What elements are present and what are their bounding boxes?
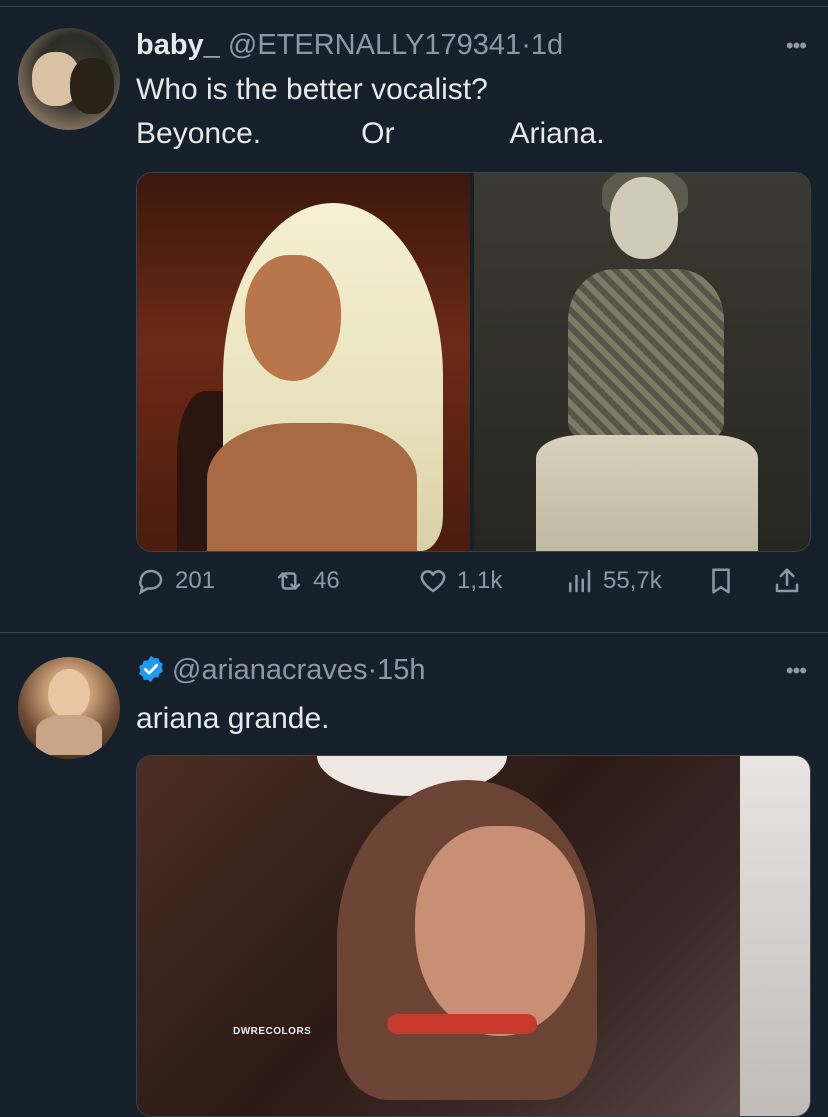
- photo-ariana-color[interactable]: DWRECOLORS: [137, 756, 810, 1116]
- views-button[interactable]: 55,7k: [564, 566, 662, 596]
- like-button[interactable]: 1,1k: [418, 566, 502, 596]
- tweet-text: Who is the better vocalist? Beyonce. Or …: [136, 68, 788, 156]
- photo-beyonce[interactable]: [137, 173, 470, 551]
- tweet-media-grid[interactable]: [136, 172, 811, 552]
- bar-chart-icon: [569, 569, 591, 593]
- photo-face: [415, 826, 585, 1036]
- handle[interactable]: @arianacraves: [172, 654, 367, 686]
- tweet-text-line: ariana grande.: [136, 702, 330, 735]
- photo-body: [568, 269, 724, 439]
- photo-ariana-bw[interactable]: [474, 173, 810, 551]
- tweet-text-line: Who is the better vocalist?: [136, 73, 488, 106]
- tweet-header: @arianacraves·15h: [136, 652, 738, 688]
- verified-badge-icon: [139, 655, 163, 683]
- bookmark-button[interactable]: [706, 566, 736, 596]
- retweet-button[interactable]: 46: [274, 566, 340, 596]
- views-count: 55,7k: [603, 567, 662, 594]
- display-name[interactable]: baby_: [136, 29, 220, 61]
- retweet-arrows-icon: [277, 572, 301, 590]
- tweet-card[interactable]: @arianacraves·15h ••• ariana grande. DWR…: [0, 633, 828, 1117]
- handle[interactable]: @ETERNALLY179341: [228, 29, 521, 61]
- photo-body: [207, 423, 417, 551]
- separator: ·: [521, 29, 531, 61]
- retweet-count: 46: [313, 567, 340, 594]
- photo-face: [245, 255, 341, 381]
- more-options-button[interactable]: •••: [786, 35, 807, 57]
- heart-icon: [420, 570, 446, 593]
- timestamp[interactable]: 1d: [531, 29, 563, 61]
- share-button[interactable]: [772, 566, 802, 596]
- like-count: 1,1k: [457, 567, 503, 594]
- avatar[interactable]: [18, 28, 120, 130]
- photo-face: [610, 177, 678, 259]
- bookmark-icon: [712, 568, 730, 594]
- timestamp[interactable]: 15h: [377, 654, 425, 686]
- speech-bubble-icon: [139, 569, 163, 595]
- separator: ·: [367, 654, 378, 686]
- more-options-button[interactable]: •••: [786, 660, 807, 682]
- tweet-text-line: Beyonce. Or Ariana.: [136, 117, 605, 150]
- tweet-header: baby_ @ETERNALLY179341·1d: [136, 27, 738, 63]
- avatar[interactable]: [18, 657, 120, 759]
- photo-choker: [387, 1014, 537, 1034]
- tweet-card[interactable]: baby_ @ETERNALLY179341·1d ••• Who is the…: [0, 0, 828, 633]
- tweet-text: ariana grande.: [136, 697, 788, 741]
- reply-count: 201: [175, 567, 216, 594]
- tweet-media[interactable]: DWRECOLORS: [136, 755, 811, 1117]
- watermark: DWRECOLORS: [233, 1026, 312, 1037]
- photo-skirt: [536, 435, 758, 551]
- share-arrow-icon: [775, 568, 799, 593]
- tweet-actions: 201 46 1,1k 55,7k: [136, 566, 808, 606]
- reply-button[interactable]: 201: [136, 566, 215, 596]
- photo-side-light: [740, 756, 810, 1116]
